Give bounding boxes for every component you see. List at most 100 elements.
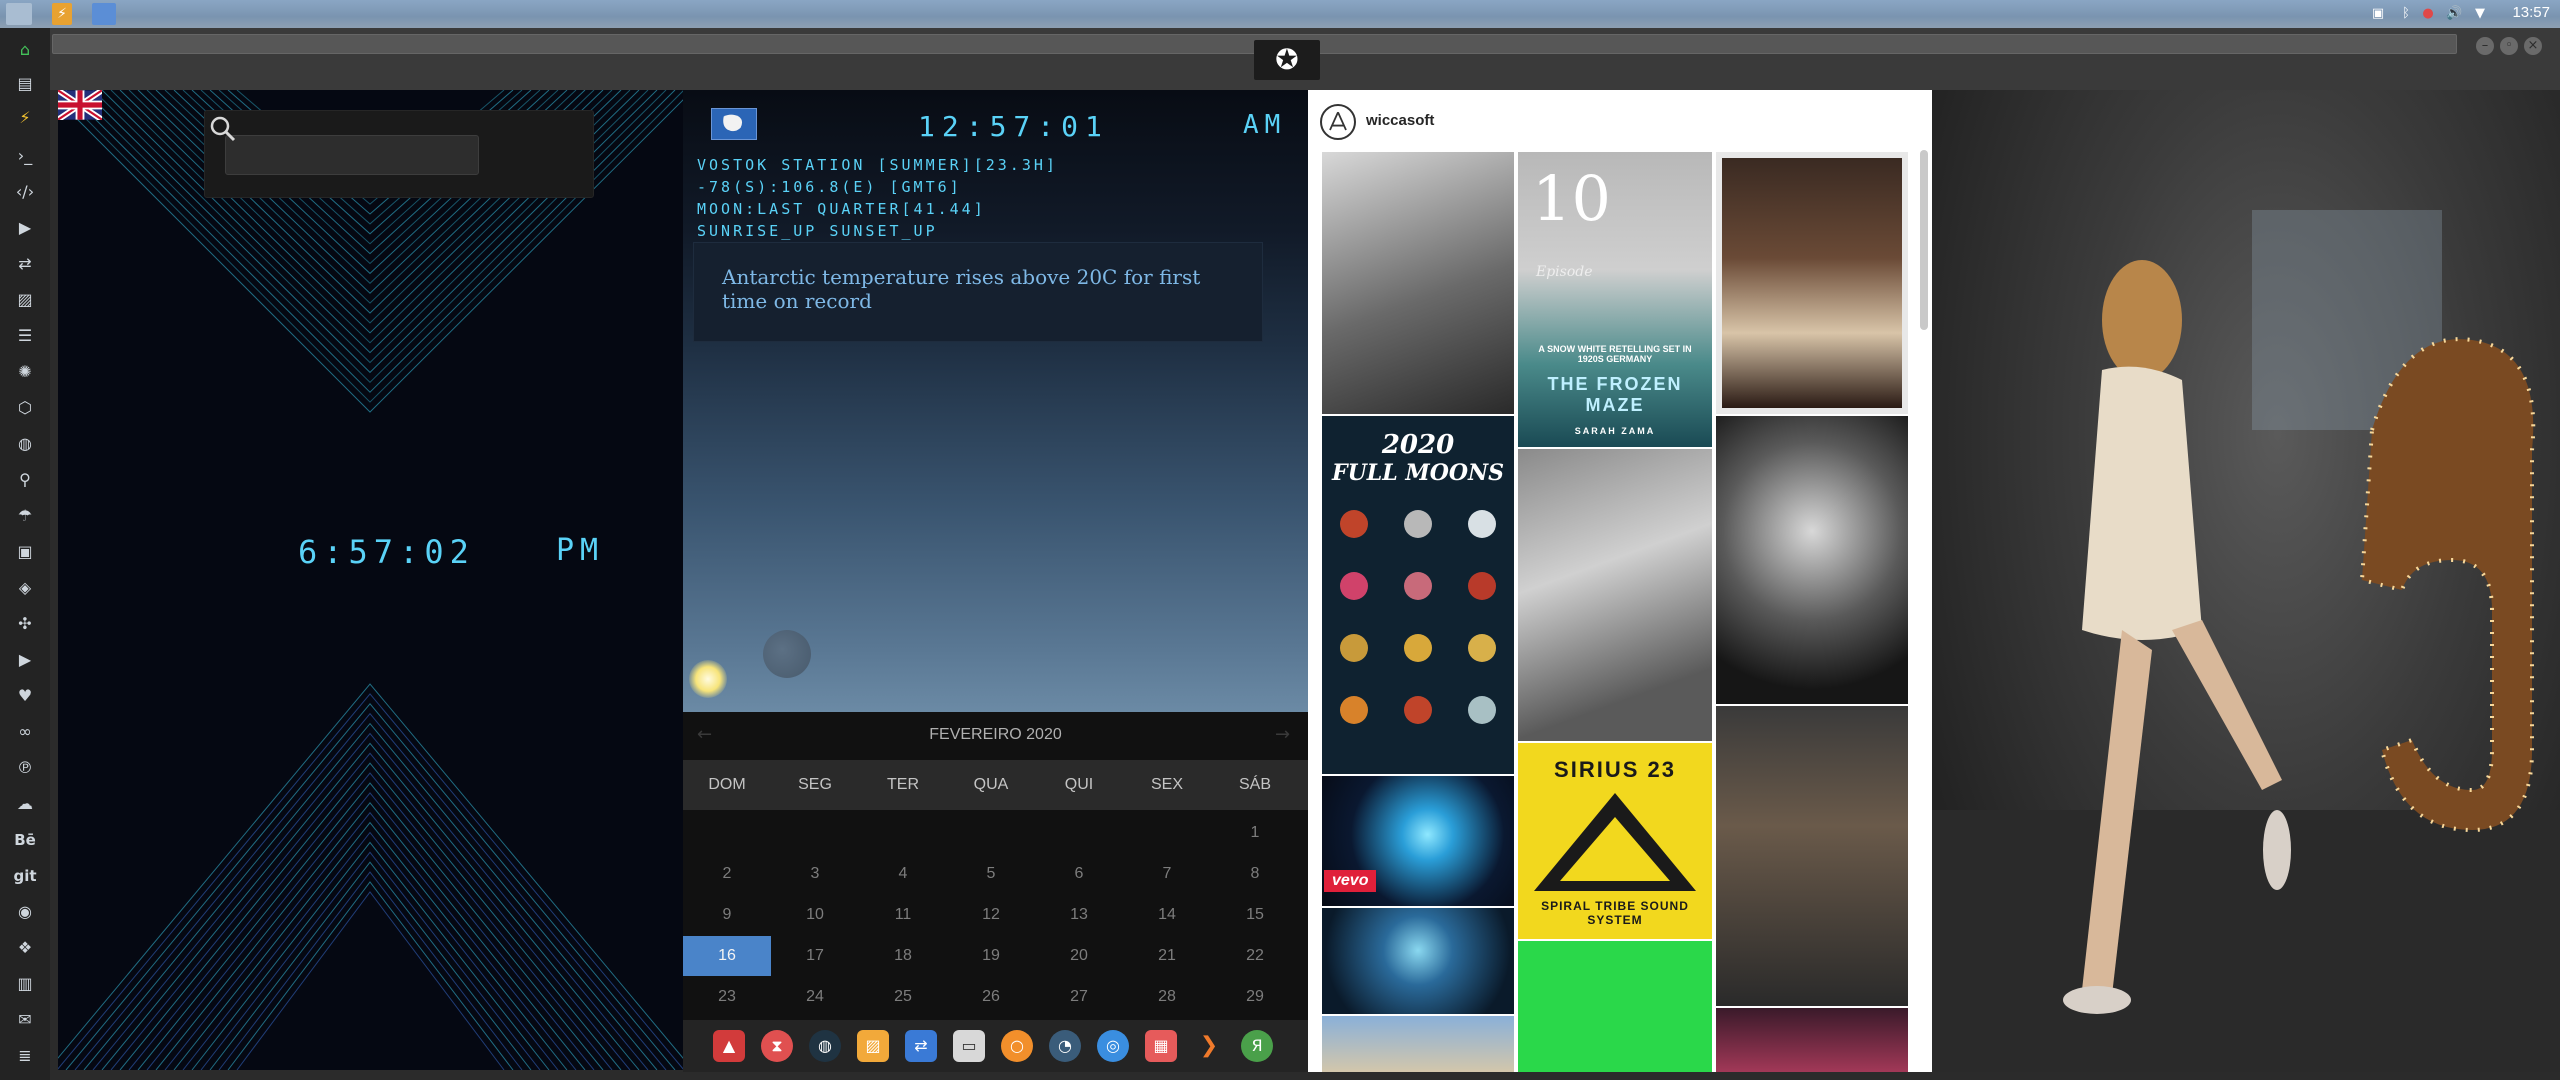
frozen-maze-tile[interactable]: 10 Episode A SNOW WHITE RETELLING SET IN…: [1518, 152, 1712, 447]
calendar-day[interactable]: 29: [1211, 977, 1299, 1017]
planet-icon[interactable]: ◍: [809, 1030, 841, 1062]
infinity-icon[interactable]: ∞: [13, 720, 37, 744]
calendar-day[interactable]: 21: [1123, 936, 1211, 976]
restore-button[interactable]: ◦: [2500, 37, 2518, 55]
triangle-app-icon[interactable]: ▲: [713, 1030, 745, 1062]
calendar-day[interactable]: 3: [771, 854, 859, 894]
calendar-day[interactable]: 13: [1035, 895, 1123, 935]
rebel-alliance-icon[interactable]: ✪: [1254, 40, 1320, 80]
wifi-icon[interactable]: ▼: [2472, 6, 2488, 22]
full-moons-tile[interactable]: 2020 FULL MOONS: [1322, 416, 1514, 774]
calendar-day[interactable]: 20: [1035, 936, 1123, 976]
home-icon[interactable]: ⌂: [13, 38, 37, 62]
youtube-icon[interactable]: ▶: [13, 648, 37, 672]
calendar-day[interactable]: 18: [859, 936, 947, 976]
terminal-icon[interactable]: ›_: [13, 144, 37, 168]
menu-button[interactable]: [6, 3, 32, 25]
cloud-icon[interactable]: ☁: [13, 792, 37, 816]
concert-tile[interactable]: vevo: [1322, 776, 1514, 906]
photo-tile[interactable]: [1518, 449, 1712, 741]
behance-icon[interactable]: Bē: [13, 828, 37, 852]
sirius-23-tile[interactable]: SIRIUS 23 SPIRAL TRIBE SOUND SYSTEM: [1518, 743, 1712, 939]
search-icon[interactable]: [205, 111, 241, 147]
calendar-day[interactable]: 8: [1211, 854, 1299, 894]
translate-icon[interactable]: ⇄: [13, 252, 37, 276]
calendar-day[interactable]: 22: [1211, 936, 1299, 976]
document-icon[interactable]: ▤: [13, 72, 37, 96]
globe-icon[interactable]: ◍: [13, 432, 37, 456]
photo-tile[interactable]: [1716, 152, 1908, 414]
calendar-day-today[interactable]: 16: [683, 936, 771, 976]
heart-icon[interactable]: ♥: [13, 684, 37, 708]
calendar-day[interactable]: 12: [947, 895, 1035, 935]
expand-icon[interactable]: ✣: [13, 612, 37, 636]
palace-tile[interactable]: [1322, 1016, 1514, 1072]
profile-avatar[interactable]: [1320, 104, 1356, 140]
umbrella-icon[interactable]: ☂: [13, 504, 37, 528]
calendar-day[interactable]: 9: [683, 895, 771, 935]
diamond-icon[interactable]: ◈: [13, 576, 37, 600]
calendar-day[interactable]: 5: [947, 854, 1035, 894]
folder-icon[interactable]: [92, 3, 116, 25]
scrollbar[interactable]: [1920, 150, 1928, 330]
github-icon[interactable]: ◉: [13, 900, 37, 924]
calendar-day[interactable]: 27: [1035, 977, 1123, 1017]
chevron-app-icon[interactable]: ❯: [1193, 1030, 1225, 1062]
calendar-day[interactable]: 17: [771, 936, 859, 976]
calendar-day[interactable]: 10: [771, 895, 859, 935]
search-icon[interactable]: ⚲: [13, 468, 37, 492]
globe-app-icon[interactable]: ◎: [1097, 1030, 1129, 1062]
image-icon[interactable]: ▨: [13, 288, 37, 312]
pinterest-icon[interactable]: ℗: [13, 756, 37, 780]
contact-icon[interactable]: ▣: [13, 540, 37, 564]
calendar-day[interactable]: 2: [683, 854, 771, 894]
list-icon[interactable]: ≣: [13, 1044, 37, 1068]
system-clock[interactable]: 13:57: [2512, 4, 2550, 21]
photo-tile[interactable]: [1716, 1008, 1908, 1072]
search-app-icon[interactable]: ○: [1001, 1030, 1033, 1062]
calendar-day[interactable]: 7: [1123, 854, 1211, 894]
calendar-day[interactable]: 28: [1123, 977, 1211, 1017]
calendar-day[interactable]: 26: [947, 977, 1035, 1017]
cubes-icon[interactable]: ❖: [13, 936, 37, 960]
yandex-app-icon[interactable]: Я: [1241, 1030, 1273, 1062]
mail-icon[interactable]: ✉: [13, 1008, 37, 1032]
green-art-tile[interactable]: [1518, 941, 1712, 1072]
calendar-day[interactable]: 24: [771, 977, 859, 1017]
photo-tile[interactable]: [1716, 416, 1908, 704]
calendar-day[interactable]: 1: [1211, 813, 1299, 853]
bluetooth-icon[interactable]: ᛒ: [2398, 6, 2414, 22]
hexagon-icon[interactable]: ⬡: [13, 396, 37, 420]
app-launcher-icon[interactable]: ⚡: [52, 3, 72, 25]
clock-app-icon[interactable]: ◔: [1049, 1030, 1081, 1062]
code-icon[interactable]: ‹/›: [13, 180, 37, 204]
calendar-day[interactable]: 19: [947, 936, 1035, 976]
volume-icon[interactable]: 🔊: [2446, 6, 2462, 22]
photo-tile[interactable]: [1716, 706, 1908, 1006]
map-icon[interactable]: ▥: [13, 972, 37, 996]
lightning-icon[interactable]: ⚡: [13, 106, 37, 130]
play-icon[interactable]: ▶: [13, 216, 37, 240]
close-button[interactable]: ×: [2524, 37, 2542, 55]
calendar-day[interactable]: 15: [1211, 895, 1299, 935]
calendar-day[interactable]: 4: [859, 854, 947, 894]
news-headline-card[interactable]: Antarctic temperature rises above 20C fo…: [693, 242, 1263, 342]
photo-tile[interactable]: [1322, 152, 1514, 414]
calendar-day[interactable]: 6: [1035, 854, 1123, 894]
stage-tile[interactable]: [1322, 908, 1514, 1014]
settings-icon[interactable]: ✺: [13, 360, 37, 384]
translate-app-icon[interactable]: ⇄: [905, 1030, 937, 1062]
notification-icon[interactable]: ●: [2420, 6, 2436, 22]
calendar-day[interactable]: 25: [859, 977, 947, 1017]
calendar-app-icon[interactable]: ▦: [1145, 1030, 1177, 1062]
git-icon[interactable]: git: [13, 864, 37, 888]
calendar-day[interactable]: 11: [859, 895, 947, 935]
window-app-icon[interactable]: ▭: [953, 1030, 985, 1062]
calendar-day[interactable]: 23: [683, 977, 771, 1017]
minimize-button[interactable]: –: [2476, 37, 2494, 55]
news-headline[interactable]: Antarctic temperature rises above 20C fo…: [722, 265, 1242, 313]
next-month-icon[interactable]: →: [1275, 724, 1290, 745]
image-tray-icon[interactable]: ▣: [2370, 6, 2386, 22]
calendar-day[interactable]: 14: [1123, 895, 1211, 935]
photos-icon[interactable]: ▨: [857, 1030, 889, 1062]
